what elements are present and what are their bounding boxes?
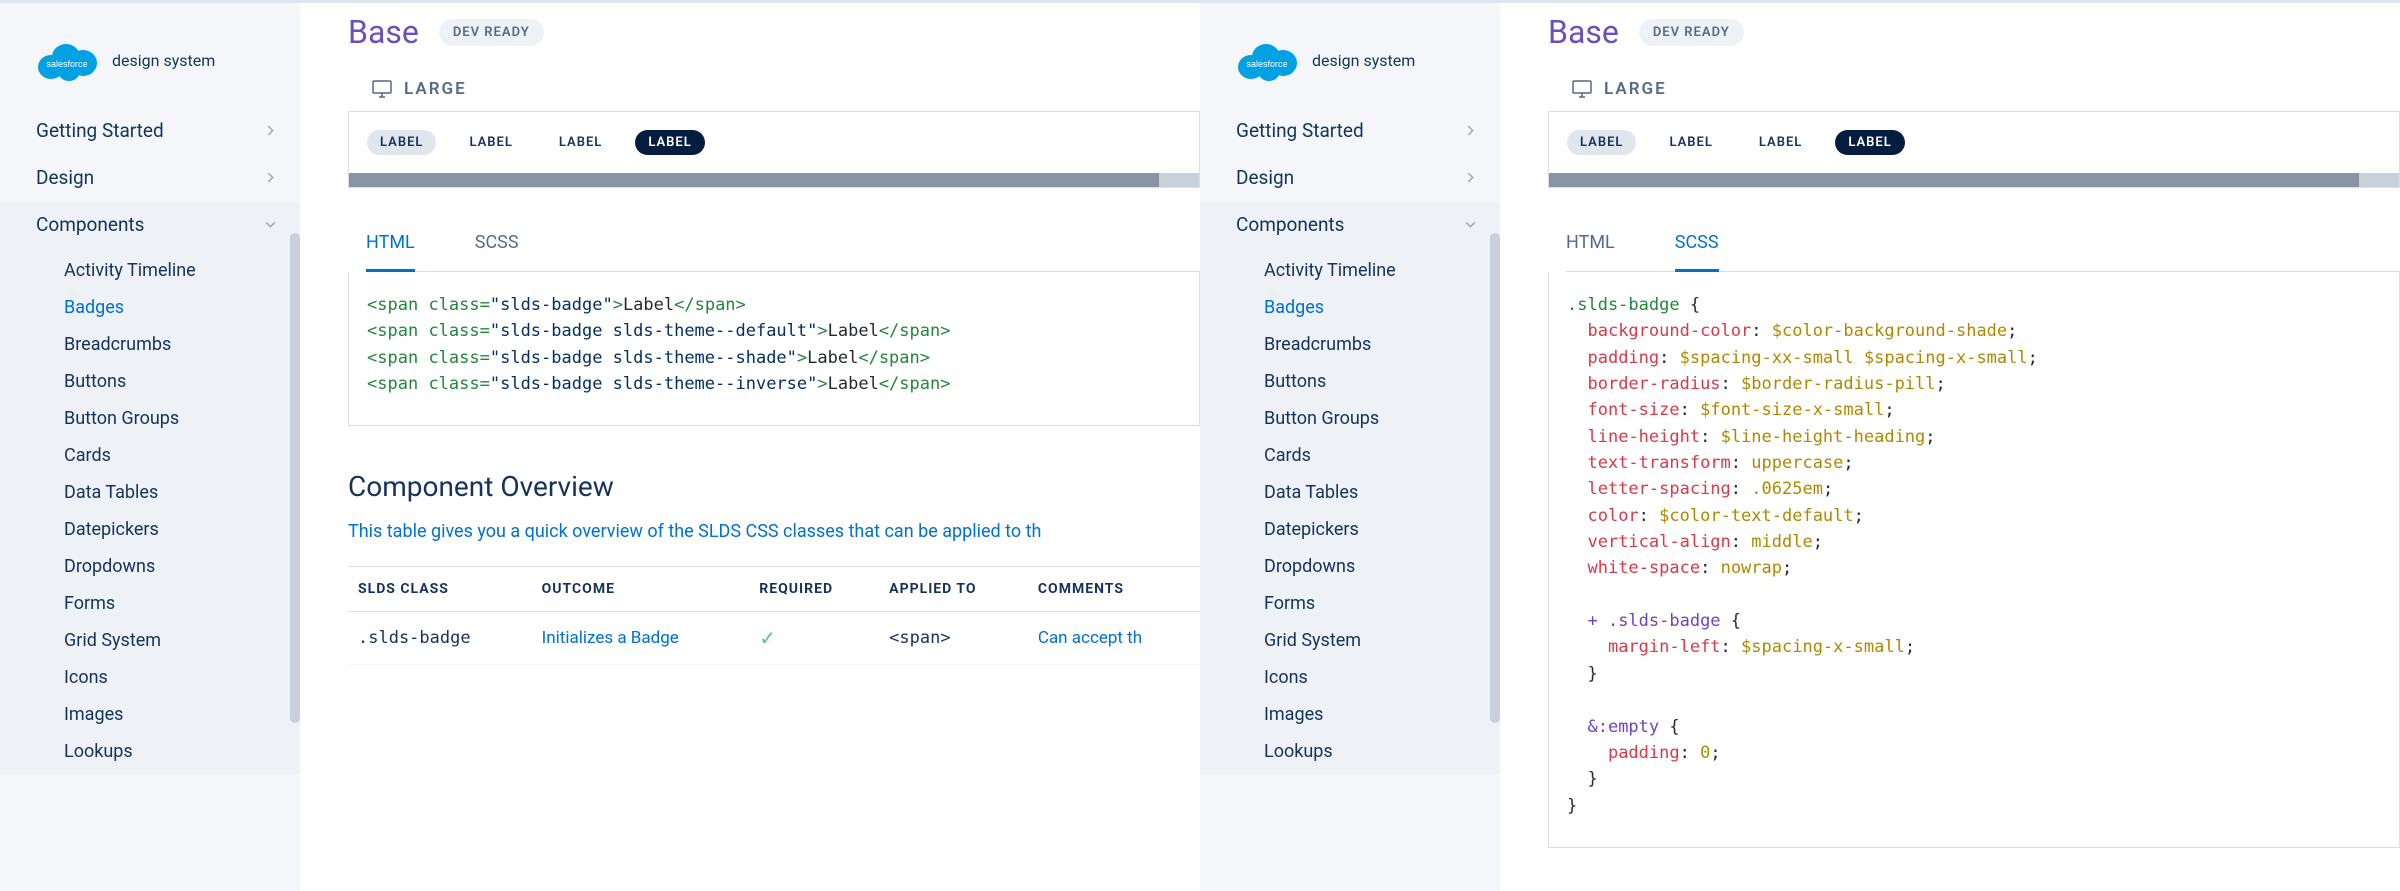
scrollbar[interactable] bbox=[290, 233, 300, 723]
badge-preview: LABEL bbox=[1656, 130, 1725, 155]
sidebar-item-button-groups[interactable]: Button Groups bbox=[1264, 400, 1500, 437]
status-badge: DEV READY bbox=[439, 19, 544, 46]
sidebar-item-icons[interactable]: Icons bbox=[64, 659, 300, 696]
sidebar-item-datepickers[interactable]: Datepickers bbox=[1264, 511, 1500, 548]
chevron-right-icon bbox=[265, 125, 276, 136]
page-title: Base bbox=[1548, 13, 1619, 51]
horizontal-scrollbar[interactable] bbox=[349, 173, 1199, 187]
chevron-right-icon bbox=[265, 172, 276, 183]
nav-design[interactable]: Design bbox=[1200, 154, 1500, 201]
chevron-down-icon bbox=[265, 219, 276, 230]
chevron-right-icon bbox=[1465, 125, 1476, 136]
badge-preview: LABEL bbox=[635, 130, 704, 155]
sidebar-item-data-tables[interactable]: Data Tables bbox=[64, 474, 300, 511]
sidebar-item-icons[interactable]: Icons bbox=[1264, 659, 1500, 696]
nav-components[interactable]: Components bbox=[0, 201, 300, 248]
table-cell: ✓ bbox=[749, 612, 879, 665]
table-cell[interactable]: Can accept th bbox=[1028, 612, 1200, 665]
sidebar-item-buttons[interactable]: Buttons bbox=[64, 363, 300, 400]
table-cell: .slds-badge bbox=[348, 612, 532, 665]
sidebar-item-images[interactable]: Images bbox=[64, 696, 300, 733]
tab-html[interactable]: HTML bbox=[1566, 232, 1615, 271]
badge-preview: LABEL bbox=[1567, 130, 1636, 155]
sidebar-item-images[interactable]: Images bbox=[1264, 696, 1500, 733]
salesforce-logo-icon: salesforce bbox=[36, 39, 98, 81]
main-content: Base DEV READY LARGE LABELLABELLABELLABE… bbox=[300, 3, 1200, 891]
svg-text:salesforce: salesforce bbox=[46, 59, 87, 69]
table-cell: <span> bbox=[879, 612, 1028, 665]
sidebar-item-breadcrumbs[interactable]: Breadcrumbs bbox=[1264, 326, 1500, 363]
table-cell[interactable]: Initializes a Badge bbox=[532, 612, 750, 665]
nav-components[interactable]: Components bbox=[1200, 201, 1500, 248]
sidebar-item-badges[interactable]: Badges bbox=[1264, 289, 1500, 326]
overview-table: SLDS CLASSOUTCOMEREQUIREDAPPLIED TOCOMME… bbox=[348, 566, 1200, 665]
table-header: OUTCOME bbox=[532, 567, 750, 612]
badge-preview: LABEL bbox=[1835, 130, 1904, 155]
sidebar-item-button-groups[interactable]: Button Groups bbox=[64, 400, 300, 437]
tab-scss[interactable]: SCSS bbox=[1675, 232, 1719, 272]
table-header: APPLIED TO bbox=[879, 567, 1028, 612]
svg-text:salesforce: salesforce bbox=[1246, 59, 1287, 69]
horizontal-scrollbar[interactable] bbox=[1549, 173, 2399, 187]
sidebar-item-datepickers[interactable]: Datepickers bbox=[64, 511, 300, 548]
code-block-scss: .slds-badge { background-color: $color-b… bbox=[1548, 272, 2400, 848]
sidebar-item-forms[interactable]: Forms bbox=[64, 585, 300, 622]
monitor-icon bbox=[372, 80, 392, 98]
nav-getting-started[interactable]: Getting Started bbox=[0, 107, 300, 154]
salesforce-logo-icon: salesforce bbox=[1236, 39, 1298, 81]
sidebar-item-data-tables[interactable]: Data Tables bbox=[1264, 474, 1500, 511]
chevron-down-icon bbox=[1465, 219, 1476, 230]
status-badge: DEV READY bbox=[1639, 19, 1744, 46]
sidebar-item-cards[interactable]: Cards bbox=[1264, 437, 1500, 474]
badge-preview: LABEL bbox=[1746, 130, 1815, 155]
table-header: COMMENTS bbox=[1028, 567, 1200, 612]
sidebar-nav: Getting Started Design Components Activi… bbox=[0, 107, 300, 774]
badge-preview: LABEL bbox=[456, 130, 525, 155]
badge-preview: LABEL bbox=[367, 130, 436, 155]
scrollbar[interactable] bbox=[1490, 233, 1500, 723]
sidebar-item-grid-system[interactable]: Grid System bbox=[64, 622, 300, 659]
sidebar-item-dropdowns[interactable]: Dropdowns bbox=[64, 548, 300, 585]
logo-row: salesforce design system bbox=[0, 3, 300, 107]
nav-design[interactable]: Design bbox=[0, 154, 300, 201]
nav-getting-started[interactable]: Getting Started bbox=[1200, 107, 1500, 154]
sidebar-item-buttons[interactable]: Buttons bbox=[1264, 363, 1500, 400]
brand-text: design system bbox=[1312, 51, 1415, 70]
sidebar: salesforce design system Getting Started… bbox=[1200, 3, 1500, 891]
tab-html[interactable]: HTML bbox=[366, 232, 415, 272]
sidebar-item-breadcrumbs[interactable]: Breadcrumbs bbox=[64, 326, 300, 363]
nav-sub-list: Activity TimelineBadgesBreadcrumbsButton… bbox=[0, 248, 300, 774]
viewport-size[interactable]: LARGE bbox=[1572, 79, 2400, 99]
page-title: Base bbox=[348, 13, 419, 51]
code-block-html: <span class="slds-badge">Label</span> <s… bbox=[348, 272, 1200, 426]
sidebar-item-badges[interactable]: Badges bbox=[64, 289, 300, 326]
monitor-icon bbox=[1572, 80, 1592, 98]
sidebar-item-activity-timeline[interactable]: Activity Timeline bbox=[1264, 252, 1500, 289]
check-icon: ✓ bbox=[759, 626, 776, 650]
overview-title: Component Overview bbox=[348, 470, 1200, 503]
tab-scss[interactable]: SCSS bbox=[475, 232, 519, 271]
code-tabs: HTML SCSS bbox=[366, 232, 1200, 272]
table-header: REQUIRED bbox=[749, 567, 879, 612]
sidebar-item-lookups[interactable]: Lookups bbox=[64, 733, 300, 770]
brand-text: design system bbox=[112, 51, 215, 70]
sidebar-item-lookups[interactable]: Lookups bbox=[1264, 733, 1500, 770]
overview-desc: This table gives you a quick overview of… bbox=[348, 521, 1200, 542]
sidebar-item-grid-system[interactable]: Grid System bbox=[1264, 622, 1500, 659]
sidebar-item-activity-timeline[interactable]: Activity Timeline bbox=[64, 252, 300, 289]
badge-preview: LABEL bbox=[546, 130, 615, 155]
sidebar-item-dropdowns[interactable]: Dropdowns bbox=[1264, 548, 1500, 585]
chevron-right-icon bbox=[1465, 172, 1476, 183]
viewport-size[interactable]: LARGE bbox=[372, 79, 1200, 99]
sidebar-item-forms[interactable]: Forms bbox=[1264, 585, 1500, 622]
table-header: SLDS CLASS bbox=[348, 567, 532, 612]
sidebar: salesforce design system Getting Started… bbox=[0, 3, 300, 891]
preview-box: LABEL LABEL LABEL LABEL bbox=[348, 111, 1200, 188]
sidebar-item-cards[interactable]: Cards bbox=[64, 437, 300, 474]
